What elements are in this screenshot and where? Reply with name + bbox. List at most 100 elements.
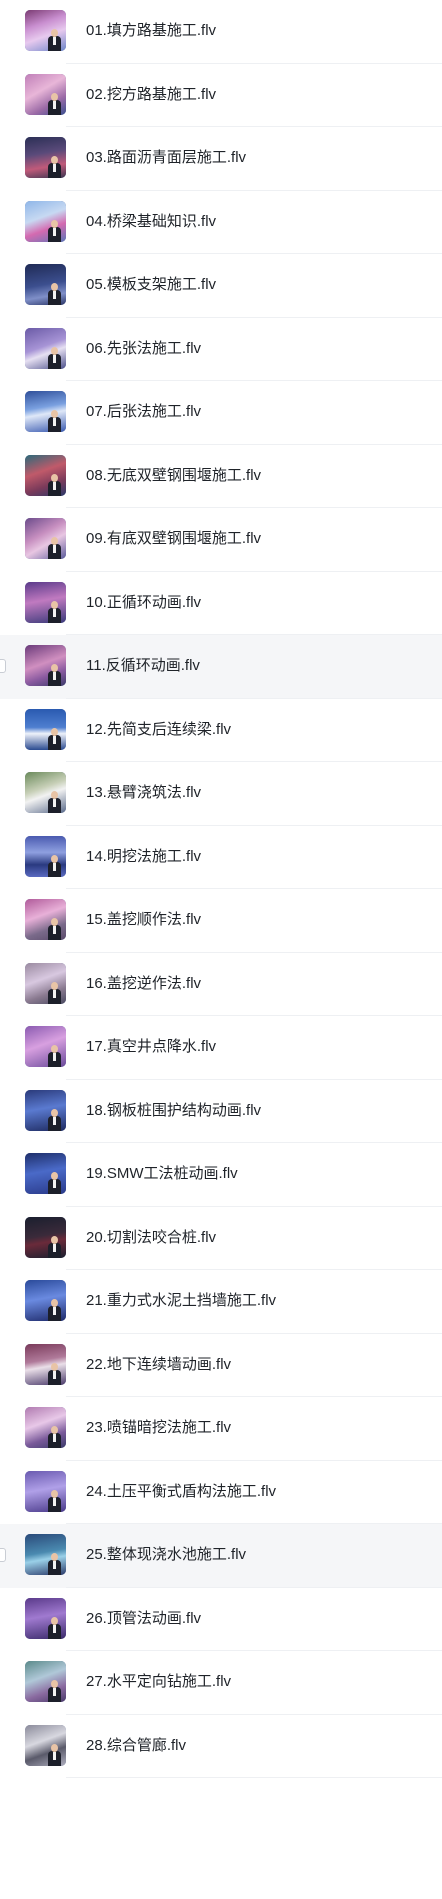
video-thumbnail [25,1470,66,1512]
file-row[interactable]: 21.重力式水泥土挡墙施工.flv [0,1270,442,1334]
presenter-figure [48,791,61,813]
video-thumbnail [25,1661,66,1702]
file-name: 04.桥梁基础知识.flv [86,212,217,230]
presenter-figure [48,473,61,496]
file-name: 17.真空井点降水.flv [86,1038,217,1055]
video-thumbnail [25,137,66,178]
presenter-figure [48,1045,61,1067]
presenter-figure [48,664,61,686]
video-thumbnail [25,899,66,940]
presenter-figure [48,1489,61,1512]
row-select-checkbox[interactable] [0,659,6,673]
file-row[interactable]: 26.顶管法动画.flv [0,1588,442,1651]
video-thumbnail [25,264,66,305]
video-thumbnail [25,835,66,877]
file-name: 27.水平定向钻施工.flv [86,1673,232,1690]
file-name: 09.有底双壁钢围堰施工.flv [86,530,262,547]
presenter-figure [48,1172,61,1194]
video-thumbnail [25,708,66,750]
presenter-figure [48,981,61,1004]
file-row[interactable]: 17.真空井点降水.flv [0,1016,442,1080]
file-row[interactable]: 01.填方路基施工.flv [0,0,442,64]
video-thumbnail [25,518,66,559]
file-row[interactable]: 07.后张法施工.flv [0,381,442,445]
file-row[interactable]: 10.正循环动画.flv [0,572,442,635]
file-name: 11.反循环动画.flv [86,657,200,674]
file-row[interactable]: 22.地下连续墙动画.flv [0,1334,442,1397]
presenter-figure [48,1108,61,1131]
file-row[interactable]: 06.先张法施工.flv [0,318,442,381]
video-thumbnail [25,1407,66,1448]
file-row[interactable]: 15.盖挖顺作法.flv [0,889,442,953]
file-row[interactable]: 09.有底双壁钢围堰施工.flv [0,508,442,572]
file-row[interactable]: 25.整体现浇水池施工.flv [0,1524,442,1588]
file-name: 26.顶管法动画.flv [86,1609,202,1627]
file-row[interactable]: 12.先简支后连续梁.flv [0,699,442,762]
presenter-figure [48,156,61,178]
presenter-figure [48,1362,61,1385]
video-thumbnail [25,1026,66,1067]
file-row[interactable]: 19.SMW工法桩动画.flv [0,1143,442,1207]
video-thumbnail [25,200,66,242]
file-row[interactable]: 11.反循环动画.flv [0,635,442,699]
file-list: 01.填方路基施工.flv 02.挖方路基施工.flv 03.路面沥青面层施工.fl… [0,0,442,1778]
presenter-figure [48,1680,61,1702]
file-row[interactable]: 13.悬臂浇筑法.flv [0,762,442,826]
presenter-figure [48,1616,61,1639]
file-name: 01.填方路基施工.flv [86,22,217,39]
file-row[interactable]: 28.综合管廊.flv [0,1715,442,1778]
file-row[interactable]: 24.土压平衡式盾构法施工.flv [0,1461,442,1524]
presenter-figure [48,1743,61,1766]
file-row[interactable]: 02.挖方路基施工.flv [0,64,442,127]
file-row[interactable]: 23.喷锚暗挖法施工.flv [0,1397,442,1461]
presenter-figure [48,410,61,432]
file-name: 22.地下连续墙动画.flv [86,1355,232,1373]
video-thumbnail [25,10,66,51]
file-name: 21.重力式水泥土挡墙施工.flv [86,1292,277,1309]
presenter-figure [48,1299,61,1321]
video-thumbnail [25,962,66,1004]
file-row[interactable]: 05.模板支架施工.flv [0,254,442,318]
file-name: 13.悬臂浇筑法.flv [86,784,202,801]
row-select-checkbox[interactable] [0,1548,6,1562]
video-thumbnail [25,1724,66,1766]
file-name: 12.先简支后连续梁.flv [86,720,232,738]
presenter-figure [48,219,61,242]
file-name: 14.明挖法施工.flv [86,847,202,865]
presenter-figure [48,727,61,750]
file-name: 24.土压平衡式盾构法施工.flv [86,1482,277,1500]
video-thumbnail [25,1597,66,1639]
file-row[interactable]: 16.盖挖逆作法.flv [0,953,442,1016]
presenter-figure [48,1426,61,1448]
video-thumbnail [25,391,66,432]
file-row[interactable]: 03.路面沥青面层施工.flv [0,127,442,191]
video-thumbnail [25,772,66,813]
file-name: 19.SMW工法桩动画.flv [86,1165,238,1182]
file-name: 18.钢板桩围护结构动画.flv [86,1101,262,1119]
file-row[interactable]: 14.明挖法施工.flv [0,826,442,889]
presenter-figure [48,1553,61,1575]
video-thumbnail [25,1534,66,1575]
video-thumbnail [25,1089,66,1131]
file-row[interactable]: 08.无底双壁钢围堰施工.flv [0,445,442,508]
video-thumbnail [25,645,66,686]
video-thumbnail [25,1153,66,1194]
file-name: 25.整体现浇水池施工.flv [86,1546,247,1563]
presenter-figure [48,854,61,877]
file-row[interactable]: 27.水平定向钻施工.flv [0,1651,442,1715]
presenter-figure [48,918,61,940]
file-name: 08.无底双壁钢围堰施工.flv [86,466,262,484]
presenter-figure [48,283,61,305]
file-name: 28.综合管廊.flv [86,1736,187,1754]
file-row[interactable]: 04.桥梁基础知识.flv [0,191,442,254]
file-name: 03.路面沥青面层施工.flv [86,149,247,166]
file-row[interactable]: 20.切割法咬合桩.flv [0,1207,442,1270]
video-thumbnail [25,581,66,623]
video-thumbnail [25,1216,66,1258]
file-name: 20.切割法咬合桩.flv [86,1228,217,1246]
presenter-figure [48,346,61,369]
video-thumbnail [25,1343,66,1385]
video-thumbnail [25,1280,66,1321]
presenter-figure [48,92,61,115]
file-row[interactable]: 18.钢板桩围护结构动画.flv [0,1080,442,1143]
